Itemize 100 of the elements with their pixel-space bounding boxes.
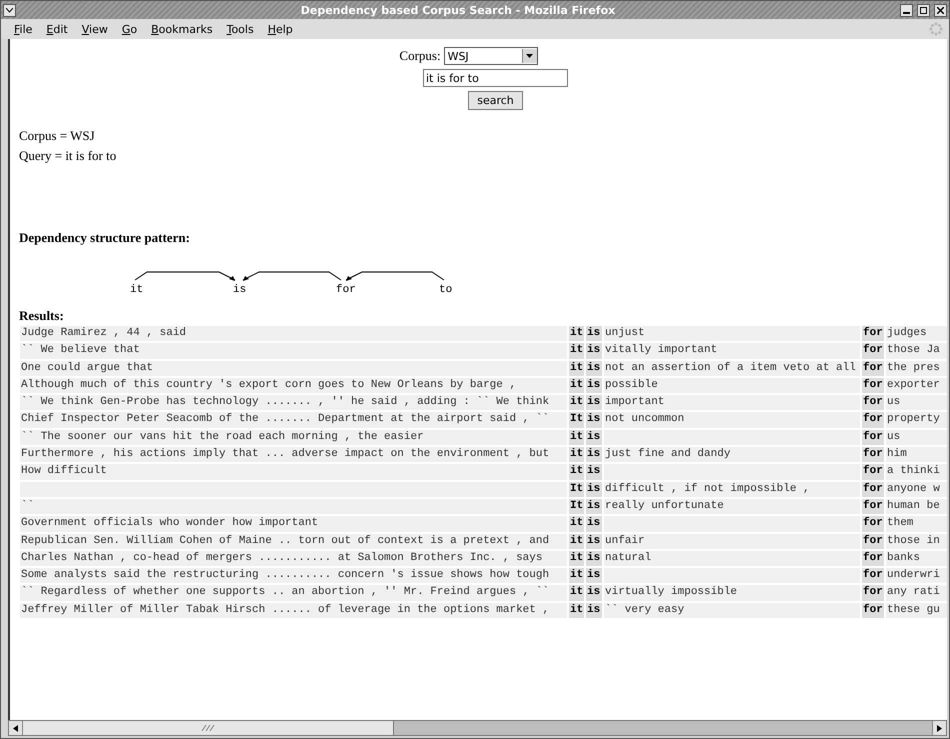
middle-context-cell: really unfortunate <box>604 498 860 514</box>
dropdown-arrow-icon[interactable] <box>526 54 534 58</box>
menu-item[interactable]: Go <box>114 22 144 36</box>
menu-item[interactable]: Help <box>260 22 300 36</box>
match-cell: it <box>569 378 584 394</box>
match-cell: for <box>862 498 884 514</box>
right-context-cell: banks <box>886 550 947 566</box>
match-cell: is <box>586 550 602 566</box>
match-cell: for <box>862 602 884 618</box>
left-context-cell: How difficult <box>20 464 567 480</box>
left-context-cell: `` <box>20 498 567 514</box>
match-cell: is <box>586 395 602 410</box>
match-cell: is <box>586 360 602 376</box>
match-cell: it <box>569 550 584 566</box>
match-cell: it <box>569 534 584 549</box>
match-cell: is <box>586 534 602 549</box>
match-cell: for <box>862 550 884 566</box>
match-cell: for <box>862 378 884 394</box>
right-context-cell: us <box>886 430 947 446</box>
match-cell: for <box>862 534 884 549</box>
pattern-word: it <box>130 284 144 296</box>
menu-item[interactable]: Tools <box>220 22 261 36</box>
menu-item[interactable]: File <box>7 22 40 36</box>
left-context-cell: Although much of this country 's export corn goes to New Orleans by barge , <box>20 378 567 394</box>
pattern-heading: Dependency structure pattern: <box>18 230 191 246</box>
menu-item[interactable]: View <box>74 22 115 36</box>
search-button[interactable]: search <box>468 91 523 110</box>
right-context-cell: those in <box>886 534 947 549</box>
match-cell: It <box>569 412 584 428</box>
menu-item[interactable]: Bookmarks <box>144 22 220 36</box>
right-context-cell: him <box>886 447 947 462</box>
match-cell: is <box>586 602 602 618</box>
match-cell: It <box>569 482 584 497</box>
close-icon[interactable] <box>934 4 947 16</box>
left-context-cell: `` The sooner our vans hit the road each morning , the easier <box>20 430 567 446</box>
pattern-word: to <box>439 284 452 296</box>
summary-line: Query = it is for to <box>19 148 118 164</box>
middle-context-cell: unjust <box>604 326 860 342</box>
left-context-cell: `` Regardless of whether one supports .. an abortion , '' Mr. Freind argues , `` <box>20 585 567 601</box>
match-cell: it <box>569 395 584 410</box>
middle-context-cell: not uncommon <box>604 412 860 428</box>
right-context-cell: us <box>886 395 947 410</box>
match-cell: for <box>862 516 884 532</box>
match-cell: is <box>586 585 602 601</box>
match-cell: for <box>862 464 884 480</box>
match-cell: it <box>569 568 584 584</box>
match-cell: it <box>569 516 584 532</box>
match-cell: for <box>862 430 884 446</box>
match-cell: It <box>569 498 584 514</box>
right-context-cell: these gu <box>886 602 947 618</box>
match-cell: is <box>586 326 602 342</box>
match-cell: for <box>862 568 884 584</box>
left-context-cell: Furthermore , his actions imply that ... adverse impact on the environment , but <box>20 447 567 462</box>
match-cell: for <box>862 343 884 359</box>
right-context-cell: human be <box>886 498 947 514</box>
middle-context-cell: not an assertion of a item veto at all <box>604 360 860 376</box>
match-cell: for <box>862 395 884 410</box>
middle-context-cell: just fine and dandy <box>604 447 860 462</box>
right-context-cell: property <box>886 412 947 428</box>
match-cell: for <box>862 360 884 376</box>
pattern-word: is <box>233 284 246 296</box>
match-cell: for <box>862 585 884 601</box>
corpus-dropdown[interactable]: WSJ <box>444 47 538 65</box>
minimize-icon[interactable] <box>900 4 913 16</box>
right-context-cell: the pres <box>886 360 947 376</box>
match-cell: is <box>586 464 602 480</box>
scroll-left-icon[interactable] <box>9 721 23 735</box>
match-cell: for <box>862 447 884 462</box>
left-context-cell: Republican Sen. William Cohen of Maine .. torn out of context is a pretext , and <box>20 534 567 549</box>
match-cell: is <box>586 447 602 462</box>
right-context-cell: exporter <box>886 378 947 394</box>
window-title: Dependency based Corpus Search - Mozilla Firefox <box>300 4 616 16</box>
match-cell: is <box>586 430 602 446</box>
maximize-icon[interactable] <box>917 4 930 16</box>
scroll-right-icon[interactable] <box>932 721 946 735</box>
right-context-cell: those Ja <box>886 343 947 359</box>
menu-item[interactable]: Edit <box>39 22 75 36</box>
match-cell: for <box>862 412 884 428</box>
match-cell: is <box>586 568 602 584</box>
left-context-cell: Charles Nathan , co-head of mergers ........... at Salomon Brothers Inc. , says <box>20 550 567 566</box>
match-cell: is <box>586 482 602 497</box>
middle-context-cell: possible <box>604 378 860 394</box>
right-context-cell: judges <box>886 326 947 342</box>
middle-context-cell: vitally important <box>604 343 860 359</box>
middle-context-cell: unfair <box>604 534 860 549</box>
match-cell: is <box>586 343 602 359</box>
match-cell: it <box>569 360 584 376</box>
match-cell: it <box>569 326 584 342</box>
scrollbar-thumb[interactable] <box>23 721 394 735</box>
left-context-cell: `` We think Gen-Probe has technology ....... , '' he said , adding : `` We think <box>20 395 567 410</box>
query-field[interactable]: it is for to <box>423 69 568 87</box>
right-context-cell: anyone w <box>886 482 947 497</box>
window-menu-icon[interactable] <box>3 4 16 16</box>
match-cell: it <box>569 585 584 601</box>
left-context-cell: Government officials who wonder how important <box>20 516 567 532</box>
pattern-word: for <box>336 284 356 296</box>
left-context-cell: Judge Ramirez , 44 , said <box>20 326 567 342</box>
match-cell: it <box>569 447 584 462</box>
corpus-label: Corpus: <box>399 48 441 64</box>
match-cell: it <box>569 343 584 359</box>
